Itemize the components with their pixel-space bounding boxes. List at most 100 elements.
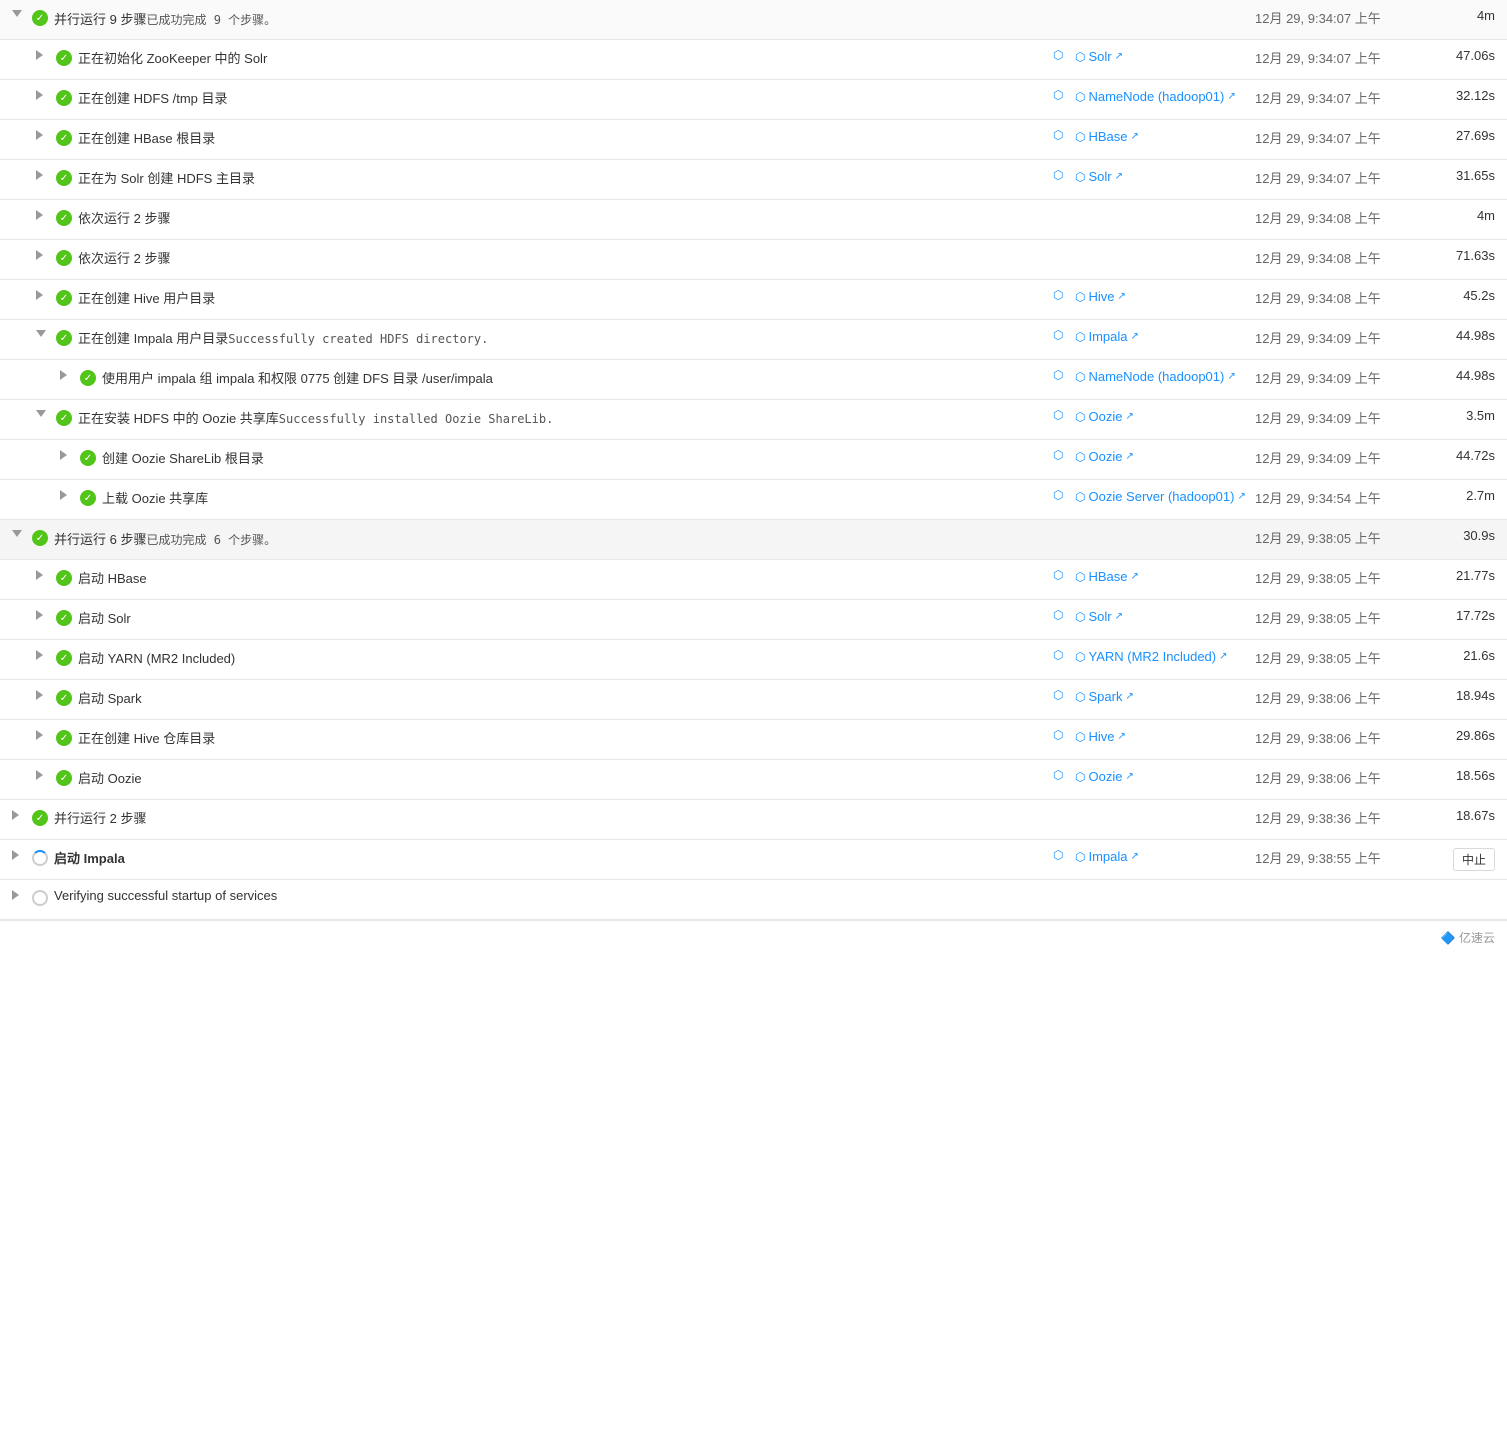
link-external-icon[interactable]: ⬡ [1053,48,1063,62]
expand-partial-icon[interactable] [12,530,22,537]
duration-col: 30.9s [1415,528,1495,543]
expand-col[interactable] [36,288,56,300]
link-external-icon[interactable]: ⬡ [1053,728,1063,742]
expand-col[interactable] [36,328,56,337]
time-text: 12月 29, 9:34:09 上午 [1255,448,1381,467]
service-link[interactable]: ⬡ Impala ↗ [1075,849,1139,864]
desc-main: 正在创建 Impala 用户目录Successfully created HDF… [78,328,1053,347]
service-link[interactable]: ⬡ Solr ↗ [1075,49,1123,64]
link-external-icon[interactable]: ⬡ [1053,768,1063,782]
expand-right-icon[interactable] [60,370,67,380]
expand-col[interactable] [36,648,56,660]
expand-col[interactable] [36,128,56,140]
expand-col[interactable] [36,208,56,220]
step-desc: 正在创建 Hive 仓库目录 [78,728,215,747]
service-link[interactable]: ⬡ Oozie ↗ [1075,449,1134,464]
row-parallel-6: ✓ 并行运行 6 步骤已成功完成 6 个步骤。 12月 29, 9:38:05 … [0,520,1507,560]
link-col-outer: ⬡ [1053,448,1075,462]
row-step-impala-user: ✓ 正在创建 Impala 用户目录Successfully created H… [0,320,1507,360]
duration-text: 21.6s [1463,648,1495,663]
service-link[interactable]: ⬡ NameNode (hadoop01) ↗ [1075,369,1236,384]
expand-right-icon[interactable] [36,570,43,580]
expand-col[interactable] [36,168,56,180]
service-col-outer [1075,8,1255,9]
expand-right-icon[interactable] [36,770,43,780]
expand-right-icon[interactable] [12,810,19,820]
link-external-icon[interactable]: ⬡ [1053,368,1063,382]
expand-down-icon[interactable] [12,10,22,17]
expand-right-icon[interactable] [36,650,43,660]
service-link[interactable]: ⬡ Spark ↗ [1075,689,1134,704]
expand-right-icon[interactable] [36,130,43,140]
service-link[interactable]: ⬡ Oozie ↗ [1075,409,1134,424]
expand-col[interactable] [36,728,56,740]
service-link[interactable]: ⬡ Hive ↗ [1075,289,1126,304]
expand-right-icon[interactable] [36,210,43,220]
service-link[interactable]: ⬡ Solr ↗ [1075,169,1123,184]
link-external-icon[interactable]: ⬡ [1053,688,1063,702]
service-link[interactable]: ⬡ Oozie Server (hadoop01) ↗ [1075,489,1246,504]
expand-col[interactable] [36,88,56,100]
link-icon: ⬡ [1075,290,1085,304]
time-col: 12月 29, 9:38:06 上午 [1255,728,1415,747]
expand-right-icon[interactable] [36,250,43,260]
link-external-icon[interactable]: ⬡ [1053,408,1063,422]
expand-right-icon[interactable] [36,290,43,300]
expand-right-icon[interactable] [36,90,43,100]
link-external-icon[interactable]: ⬡ [1053,328,1063,342]
service-link[interactable]: ⬡ HBase ↗ [1075,129,1139,144]
link-external-icon[interactable]: ⬡ [1053,448,1063,462]
service-link[interactable]: ⬡ NameNode (hadoop01) ↗ [1075,89,1236,104]
link-external-icon[interactable]: ⬡ [1053,168,1063,182]
link-external-icon[interactable]: ⬡ [1053,648,1063,662]
link-external-icon[interactable]: ⬡ [1053,288,1063,302]
link-external-icon[interactable]: ⬡ [1053,608,1063,622]
expand-down-icon[interactable] [36,410,46,417]
link-external-icon[interactable]: ⬡ [1053,848,1063,862]
expand-right-icon[interactable] [60,450,67,460]
expand-col[interactable] [36,568,56,580]
expand-right-icon[interactable] [36,730,43,740]
expand-col[interactable] [12,848,32,860]
expand-col[interactable] [12,528,32,537]
expand-col[interactable] [36,688,56,700]
expand-col[interactable] [36,768,56,780]
expand-right-icon[interactable] [60,490,67,500]
service-link[interactable]: ⬡ Impala ↗ [1075,329,1139,344]
expand-col[interactable] [60,448,80,460]
expand-col[interactable] [12,8,32,17]
service-col-outer: ⬡ Impala ↗ [1075,328,1255,344]
stop-button[interactable]: 中止 [1453,848,1495,871]
expand-col[interactable] [36,48,56,60]
expand-right-icon[interactable] [12,850,19,860]
expand-col[interactable] [36,608,56,620]
link-external-icon[interactable]: ⬡ [1053,88,1063,102]
desc-col: 并行运行 2 步骤 [54,808,1053,827]
service-link[interactable]: ⬡ Hive ↗ [1075,729,1126,744]
expand-col[interactable] [36,248,56,260]
expand-col[interactable] [12,888,32,900]
expand-col[interactable] [12,808,32,820]
expand-col[interactable] [60,368,80,380]
service-link[interactable]: ⬡ HBase ↗ [1075,569,1139,584]
expand-col[interactable] [36,408,56,417]
external-icon: ↗ [1237,491,1245,502]
service-link[interactable]: ⬡ Solr ↗ [1075,609,1123,624]
duration-col: 18.94s [1415,688,1495,703]
link-external-icon[interactable]: ⬡ [1053,128,1063,142]
expand-right-icon[interactable] [36,690,43,700]
duration-col: 44.98s [1415,328,1495,343]
expand-right-icon[interactable] [36,610,43,620]
expand-col[interactable] [60,488,80,500]
expand-right-icon[interactable] [36,170,43,180]
row-parallel-2: ✓ 并行运行 2 步骤 12月 29, 9:38:36 上午 18.67s [0,800,1507,840]
desc-col: 依次运行 2 步骤 [78,208,1053,227]
expand-right-icon[interactable] [12,890,19,900]
service-link[interactable]: ⬡ Oozie ↗ [1075,769,1134,784]
link-external-icon[interactable]: ⬡ [1053,488,1063,502]
expand-right-icon[interactable] [36,50,43,60]
desc-main: 启动 HBase [78,568,1053,587]
expand-down-icon[interactable] [36,330,46,337]
link-external-icon[interactable]: ⬡ [1053,568,1063,582]
service-link[interactable]: ⬡ YARN (MR2 Included) ↗ [1075,649,1228,664]
